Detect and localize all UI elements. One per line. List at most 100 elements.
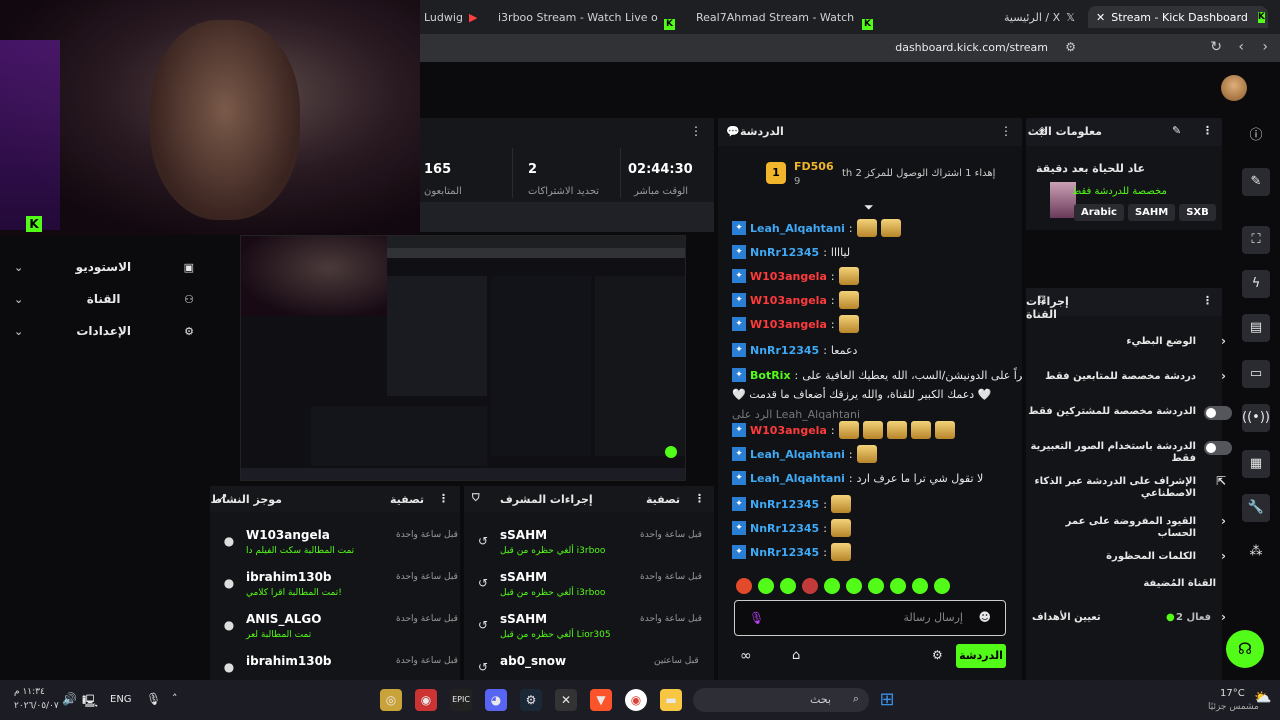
avatar[interactable] bbox=[1221, 75, 1247, 101]
emotes-only-toggle[interactable] bbox=[1204, 441, 1232, 455]
chat-username[interactable]: BotRix bbox=[750, 369, 791, 382]
emote-icon[interactable] bbox=[736, 578, 752, 594]
store-icon[interactable]: ⌂ bbox=[792, 648, 800, 663]
layout-icon[interactable]: ▦ bbox=[1242, 450, 1270, 478]
weather-temp[interactable]: 17°C bbox=[1220, 688, 1245, 699]
share-icon[interactable]: ⁂ bbox=[1242, 538, 1270, 566]
language-indicator[interactable]: ENG bbox=[110, 694, 132, 705]
clock-date[interactable]: ٢٠٢٦/٠٥/٠٧ bbox=[14, 701, 59, 711]
document-icon[interactable]: ▤ bbox=[1242, 314, 1270, 342]
chat-username[interactable]: W103angela bbox=[750, 318, 827, 331]
mic-icon[interactable]: 🎙 bbox=[749, 611, 764, 625]
filter-button[interactable]: تصفية bbox=[646, 493, 680, 506]
sidebar-item-studio[interactable]: ⌄ الاستوديو ▣ bbox=[14, 257, 194, 277]
tab-x[interactable]: الرئيسية / X𝕏 bbox=[1004, 6, 1075, 28]
forward-icon[interactable]: › bbox=[1262, 39, 1268, 55]
url-field[interactable]: dashboard.kick.com/stream bbox=[895, 41, 1048, 54]
tag[interactable]: SXB bbox=[1179, 204, 1216, 221]
more-icon[interactable]: ⋮ bbox=[1202, 294, 1213, 307]
emote-icon[interactable] bbox=[934, 578, 950, 594]
action-banned-words[interactable]: الكلمات المحظورة › bbox=[1026, 543, 1226, 571]
action-emotes-only[interactable]: الدردشة باستخدام الصور التعبيرية فقط bbox=[1026, 433, 1232, 464]
fullscreen-icon[interactable]: ⛶ bbox=[1242, 226, 1270, 254]
chat-username[interactable]: NnRr12345 bbox=[750, 546, 819, 559]
discord-icon[interactable]: ◕ bbox=[485, 689, 507, 711]
expand-icon[interactable]: ⤢ bbox=[218, 493, 226, 504]
chat-username[interactable]: W103angela bbox=[750, 424, 827, 437]
help-headset-icon[interactable]: ☊ bbox=[1226, 630, 1264, 668]
more-icon[interactable]: ⋮ bbox=[1000, 124, 1012, 138]
site-settings-icon[interactable]: ⚙ bbox=[1065, 40, 1076, 54]
chat-username[interactable]: NnRr12345 bbox=[750, 344, 819, 357]
chevron-up-icon[interactable]: ˄ bbox=[172, 692, 178, 705]
app-icon[interactable]: ◎ bbox=[380, 689, 402, 711]
more-icon[interactable]: ⋮ bbox=[690, 124, 702, 138]
more-icon[interactable]: ⋮ bbox=[438, 492, 449, 505]
action-subscribers-only[interactable]: الدردشة مخصصة للمشتركين فقط bbox=[1026, 398, 1232, 426]
chat-username[interactable]: NnRr12345 bbox=[750, 498, 819, 511]
info-icon[interactable]: ⓘ bbox=[1242, 122, 1270, 150]
action-account-age[interactable]: القيود المفروضة على عمر الحساب › bbox=[1026, 508, 1226, 539]
chat-input[interactable]: 🎙 إرسال رسالة ☻ bbox=[734, 600, 1006, 636]
edit-icon[interactable]: ✎ bbox=[1242, 168, 1270, 196]
mic-icon[interactable]: 🎙 bbox=[146, 692, 161, 706]
steam-icon[interactable]: ⚙ bbox=[520, 689, 542, 711]
emote-icon[interactable] bbox=[890, 578, 906, 594]
sidebar-item-settings[interactable]: ⌄ الإعدادات ⚙ bbox=[14, 321, 194, 341]
send-chat-button[interactable]: الدردشة bbox=[956, 644, 1006, 668]
chat-username[interactable]: Leah_Alqahtani bbox=[750, 472, 845, 485]
emote-icon[interactable] bbox=[912, 578, 928, 594]
chat-bubble-icon[interactable]: ▭ bbox=[1242, 360, 1270, 388]
back-icon[interactable]: ‹ bbox=[1238, 39, 1244, 55]
emoji-icon[interactable]: ☻ bbox=[978, 610, 991, 624]
filter-button[interactable]: تصفية bbox=[390, 493, 424, 506]
emote-icon[interactable] bbox=[802, 578, 818, 594]
action-followers-only[interactable]: دردشة مخصصة للمتابعين فقط › bbox=[1026, 363, 1226, 391]
emote-icon[interactable] bbox=[824, 578, 840, 594]
tab-real7ahmad[interactable]: Real7Ahmad Stream - Watch Live on bbox=[696, 6, 856, 28]
action-slow-mode[interactable]: الوضع البطيء › bbox=[1026, 328, 1226, 356]
sidebar-item-channel[interactable]: ⌄ القناة ⚇ bbox=[14, 289, 194, 309]
lightning-icon[interactable]: ϟ bbox=[1242, 270, 1270, 298]
clock-time[interactable]: ١١:٣٤ م bbox=[14, 687, 45, 697]
tag[interactable]: Arabic bbox=[1074, 204, 1124, 221]
chat-username[interactable]: Leah_Alqahtani bbox=[750, 222, 845, 235]
folder-icon[interactable]: ▬ bbox=[660, 689, 682, 711]
chat-username[interactable]: Leah_Alqahtani bbox=[750, 448, 845, 461]
chat-username[interactable]: W103angela bbox=[750, 294, 827, 307]
emote-icon[interactable] bbox=[758, 578, 774, 594]
action-ai-moderation[interactable]: الإشراف على الدردشة عبر الذكاء الاصطناعي… bbox=[1026, 468, 1226, 499]
epic-games-icon[interactable]: EPIC bbox=[450, 689, 472, 711]
infinity-icon[interactable]: ∞ bbox=[740, 648, 752, 664]
close-icon[interactable]: ✕ bbox=[1096, 11, 1105, 24]
edit-icon[interactable]: ✎ bbox=[1172, 124, 1181, 137]
wrench-icon[interactable]: 🔧 bbox=[1242, 494, 1270, 522]
chrome-icon[interactable]: ◉ bbox=[625, 689, 647, 711]
gear-icon[interactable]: ⚙ bbox=[932, 648, 943, 662]
speaker-icon[interactable]: 🔊 bbox=[62, 692, 77, 706]
brave-icon[interactable]: ▼ bbox=[590, 689, 612, 711]
emote-icon[interactable] bbox=[868, 578, 884, 594]
broadcast-icon[interactable]: ((•)) bbox=[1242, 404, 1270, 432]
tab-i3rboo[interactable]: i3rboo Stream - Watch Live on Kick bbox=[498, 6, 658, 28]
emote-icon[interactable] bbox=[780, 578, 796, 594]
chat-username[interactable]: NnRr12345 bbox=[750, 522, 819, 535]
chat-username[interactable]: NnRr12345 bbox=[750, 246, 819, 259]
pin-icon[interactable]: ⏷ bbox=[864, 200, 874, 215]
more-icon[interactable]: ⋮ bbox=[694, 492, 705, 505]
app-icon[interactable]: ◉ bbox=[415, 689, 437, 711]
emote-icon[interactable] bbox=[846, 578, 862, 594]
windows-start-icon[interactable]: ⊞ bbox=[876, 689, 898, 711]
action-goals[interactable]: تعيين الأهداف ● فعال 2 › bbox=[1026, 604, 1226, 632]
network-icon[interactable]: 🖳 bbox=[82, 692, 98, 713]
search-input[interactable]: بحث ⌕ bbox=[693, 688, 869, 712]
app-icon[interactable]: ✕ bbox=[555, 689, 577, 711]
tab-ludwig[interactable]: Ludwig ▶ bbox=[424, 6, 477, 28]
tag[interactable]: SAHM bbox=[1127, 204, 1176, 221]
chat-separator: : bbox=[823, 343, 827, 357]
reload-icon[interactable]: ↻ bbox=[1210, 39, 1222, 55]
chat-username[interactable]: W103angela bbox=[750, 270, 827, 283]
subscribers-only-toggle[interactable] bbox=[1204, 406, 1232, 420]
tab-kick-dashboard[interactable]: ✕ Stream - Kick Dashboard K bbox=[1088, 6, 1268, 28]
more-icon[interactable]: ⋮ bbox=[1202, 124, 1213, 137]
